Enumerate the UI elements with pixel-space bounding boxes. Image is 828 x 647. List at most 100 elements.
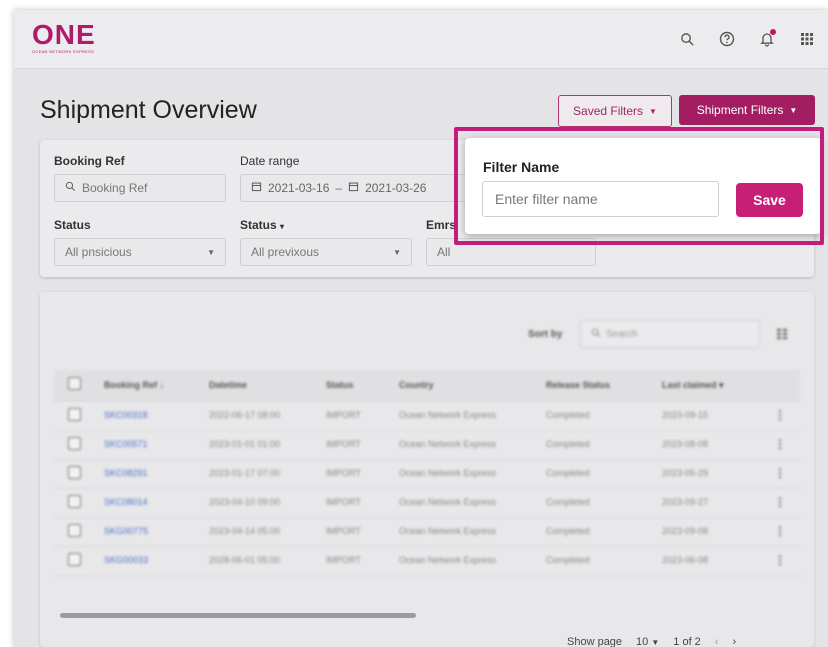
status-select[interactable]: All pnsicious ▼ <box>54 238 226 266</box>
table-row[interactable]: SKC00571 2023-01-01 01:00 IMPORT Ocean N… <box>54 430 800 460</box>
table-row[interactable]: SKC00318 2022-06-17 08:00 IMPORT Ocean N… <box>54 401 800 431</box>
page-info: 1 of 2 <box>673 636 701 647</box>
booking-ref-link[interactable]: SKC00318 <box>104 410 148 420</box>
row-checkbox[interactable] <box>68 408 81 421</box>
date-range-input[interactable]: 2021-03-16 – 2021-03-26 <box>240 174 480 202</box>
help-icon[interactable] <box>716 28 738 50</box>
shipments-table-card: Sort by Search Booking Ref ↓ Datetime St… <box>40 292 814 647</box>
date-from: 2021-03-16 <box>268 181 330 195</box>
bell-icon[interactable] <box>756 28 778 50</box>
booking-ref-link[interactable]: SKC00571 <box>104 439 148 449</box>
shipment-filters-label: Shipment Filters <box>696 103 784 117</box>
table-search-input[interactable]: Search <box>580 320 760 348</box>
more-vert-icon[interactable]: ⋮ <box>774 437 786 451</box>
chevron-down-icon: ▼ <box>207 247 215 257</box>
show-page-label: Show page <box>567 636 623 647</box>
page-title: Shipment Overview <box>40 96 257 124</box>
brand-logo[interactable]: ONE OCEAN NETWORK EXPRESS <box>32 21 96 55</box>
column-header-datetime[interactable]: Datetime <box>209 380 247 390</box>
row-checkbox[interactable] <box>68 466 81 479</box>
sort-by-label[interactable]: Sort by <box>528 329 562 340</box>
logo-tagline: OCEAN NETWORK EXPRESS <box>32 49 95 54</box>
cell-release-status: Completed <box>546 468 590 478</box>
search-icon[interactable] <box>676 28 698 50</box>
cell-datetime: 2022-06-17 08:00 <box>209 410 281 420</box>
cell-country: Ocean Network Express <box>399 555 497 565</box>
table-row[interactable]: SKC08014 2023-04-10 09:00 IMPORT Ocean N… <box>54 488 800 518</box>
cell-last-claimed: 2023-09-15 <box>662 410 709 420</box>
notification-dot <box>770 29 776 35</box>
calendar-icon <box>251 181 262 195</box>
chevron-down-icon: ▼ <box>649 106 657 116</box>
column-header-country[interactable]: Country <box>399 380 434 390</box>
booking-ref-link[interactable]: SKG00775 <box>104 526 148 536</box>
booking-ref-input[interactable]: Booking Ref <box>54 174 226 202</box>
row-checkbox[interactable] <box>68 495 81 508</box>
more-vert-icon[interactable]: ⋮ <box>774 466 786 480</box>
row-checkbox[interactable] <box>68 437 81 450</box>
cell-status: IMPORT <box>326 410 361 420</box>
table-header: Booking Ref ↓ Datetime Status Country Re… <box>54 370 800 401</box>
cell-datetime: 2023-04-10 09:00 <box>209 497 281 507</box>
date-separator: – <box>335 181 343 195</box>
app-window: ONE OCEAN NETWORK EXPRESS Shipment Overv… <box>14 10 828 647</box>
table-row[interactable]: SKG00775 2023-04-14 05:00 IMPORT Ocean N… <box>54 517 800 547</box>
cell-country: Ocean Network Express <box>399 497 497 507</box>
cell-status: IMPORT <box>326 555 361 565</box>
column-header-last-claimed[interactable]: Last claimed ▾ <box>662 380 724 391</box>
cell-datetime: 2028-06-01 05:00 <box>209 555 281 565</box>
cell-last-claimed: 2023-09-08 <box>662 526 709 536</box>
booking-ref-link[interactable]: SKG00033 <box>104 555 148 565</box>
saved-filters-label: Saved Filters <box>573 104 644 118</box>
status-label-3: Emrs <box>426 218 457 232</box>
status-select-2[interactable]: All previxous ▼ <box>240 238 412 266</box>
booking-ref-link[interactable]: SKC08291 <box>104 468 148 478</box>
cell-country: Ocean Network Express <box>399 410 497 420</box>
pagination: Show page 10 ▼ 1 of 2 ‹ › <box>567 636 736 647</box>
cell-last-claimed: 2023-09-27 <box>662 497 709 507</box>
cell-status: IMPORT <box>326 439 361 449</box>
search-icon <box>65 181 76 195</box>
more-vert-icon[interactable]: ⋮ <box>774 495 786 509</box>
cell-status: IMPORT <box>326 468 361 478</box>
cell-status: IMPORT <box>326 497 361 507</box>
select-all-checkbox[interactable] <box>68 377 81 390</box>
per-page-select[interactable]: 10 ▼ <box>636 636 659 647</box>
columns-icon[interactable] <box>776 327 788 345</box>
table-search-placeholder: Search <box>606 328 638 340</box>
column-header-status[interactable]: Status <box>326 380 354 390</box>
chevron-down-icon: ▼ <box>393 247 401 257</box>
top-bar: ONE OCEAN NETWORK EXPRESS <box>14 10 828 69</box>
cell-release-status: Completed <box>546 497 590 507</box>
shipment-filters-button[interactable]: Shipment Filters ▼ <box>679 95 815 125</box>
row-checkbox[interactable] <box>68 553 81 566</box>
chevron-down-icon: ▼ <box>789 105 798 115</box>
apps-icon[interactable] <box>796 28 818 50</box>
horizontal-scrollbar[interactable] <box>60 613 416 618</box>
table-row[interactable]: SKC08291 2023-01-17 07:00 IMPORT Ocean N… <box>54 459 800 489</box>
saved-filters-button[interactable]: Saved Filters ▼ <box>558 95 672 127</box>
row-checkbox[interactable] <box>68 524 81 537</box>
booking-ref-placeholder: Booking Ref <box>82 181 148 195</box>
booking-ref-link[interactable]: SKC08014 <box>104 497 148 507</box>
status-select-3-value: All <box>437 245 451 259</box>
cell-status: IMPORT <box>326 526 361 536</box>
header-icons <box>676 28 818 50</box>
chevron-left-icon[interactable]: ‹ <box>715 636 719 647</box>
status-select-value: All pnsicious <box>65 245 132 259</box>
more-vert-icon[interactable]: ⋮ <box>774 524 786 538</box>
search-icon <box>591 328 601 341</box>
date-to: 2021-03-26 <box>365 181 427 195</box>
more-vert-icon[interactable]: ⋮ <box>774 408 786 422</box>
chevron-right-icon[interactable]: › <box>732 636 736 647</box>
cell-release-status: Completed <box>546 526 590 536</box>
cell-country: Ocean Network Express <box>399 468 497 478</box>
cell-release-status: Completed <box>546 439 590 449</box>
more-vert-icon[interactable]: ⋮ <box>774 553 786 567</box>
status-label-2: Status ▾ <box>240 218 285 232</box>
status-label: Status <box>54 218 91 232</box>
column-header-booking-ref[interactable]: Booking Ref ↓ <box>104 380 164 390</box>
cell-datetime: 2023-01-01 01:00 <box>209 439 281 449</box>
column-header-release-status[interactable]: Release Status <box>546 380 610 390</box>
table-row[interactable]: SKG00033 2028-06-01 05:00 IMPORT Ocean N… <box>54 546 800 576</box>
